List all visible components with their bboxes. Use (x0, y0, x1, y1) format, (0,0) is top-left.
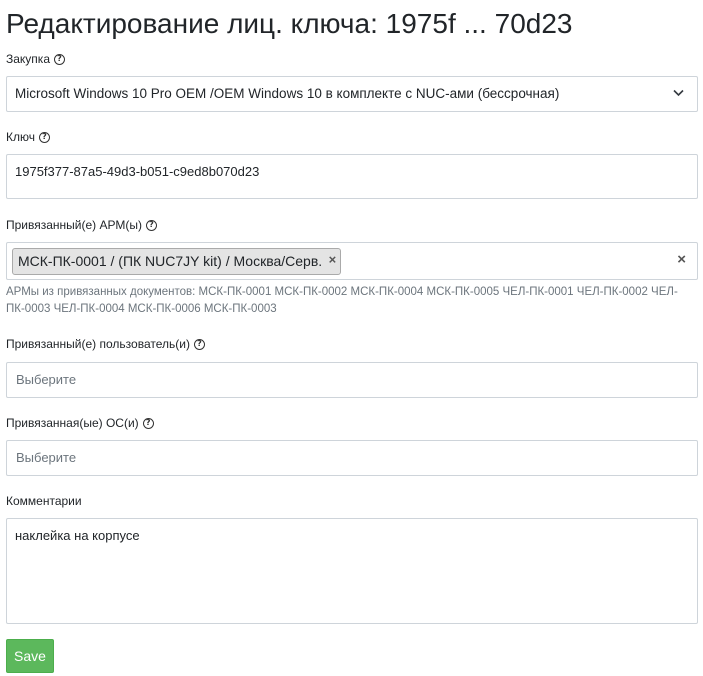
purchase-select[interactable]: Microsoft Windows 10 Pro OEM /OEM Window… (6, 76, 698, 112)
users-placeholder: Выберите (16, 372, 77, 387)
comments-value: наклейка на корпусе (15, 528, 140, 543)
workstations-label: Привязанный(е) АРМ(ы) ? (6, 217, 157, 233)
save-button[interactable]: Save (6, 639, 54, 673)
purchase-label-text: Закупка (6, 52, 50, 66)
clear-icon[interactable]: × (677, 251, 686, 268)
comments-label-text: Комментарии (6, 494, 82, 508)
question-circle-icon[interactable]: ? (54, 53, 65, 65)
workstations-hint: АРМы из привязанных документов: МСК-ПК-0… (6, 286, 678, 315)
users-select[interactable]: Выберите (6, 362, 698, 398)
os-placeholder: Выберите (16, 450, 77, 465)
os-select[interactable]: Выберите (6, 440, 698, 476)
question-circle-icon[interactable]: ? (145, 219, 157, 231)
os-label: Привязанная(ые) ОС(и) ? (6, 415, 154, 431)
workstation-tag-label: МСК-ПК-0001 / (ПК NUC7JY kit) / Москва/С… (18, 253, 323, 269)
page-title: Редактирование лиц. ключа: 1975f ... 70d… (6, 8, 573, 39)
comments-textarea[interactable]: наклейка на корпусе (6, 518, 698, 624)
users-label: Привязанный(е) пользователь(и) ? (6, 336, 205, 352)
chevron-down-icon[interactable] (673, 89, 684, 97)
workstations-multiselect[interactable]: МСК-ПК-0001 / (ПК NUC7JY kit) / Москва/С… (6, 242, 698, 280)
question-circle-icon[interactable]: ? (142, 417, 154, 429)
comments-label: Комментарии (6, 493, 82, 509)
key-label: Ключ ? (6, 129, 50, 145)
os-label-text: Привязанная(ые) ОС(и) (6, 416, 139, 430)
key-input-value: 1975f377-87a5-49d3-b051-c9ed8b070d23 (15, 164, 260, 179)
key-label-text: Ключ (6, 130, 35, 144)
workstation-tag: МСК-ПК-0001 / (ПК NUC7JY kit) / Москва/С… (12, 247, 342, 275)
workstations-label-text: Привязанный(е) АРМ(ы) (6, 218, 142, 232)
tag-remove-icon[interactable]: × (329, 247, 337, 272)
users-label-text: Привязанный(е) пользователь(и) (6, 337, 190, 351)
key-input[interactable]: 1975f377-87a5-49d3-b051-c9ed8b070d23 (6, 154, 698, 199)
purchase-label: Закупка ? (6, 51, 65, 67)
question-circle-icon[interactable]: ? (38, 131, 50, 143)
purchase-selected-value: Microsoft Windows 10 Pro OEM /OEM Window… (15, 86, 560, 101)
license-key-edit-page: Редактирование лиц. ключа: 1975f ... 70d… (0, 0, 703, 676)
question-circle-icon[interactable]: ? (193, 338, 205, 350)
